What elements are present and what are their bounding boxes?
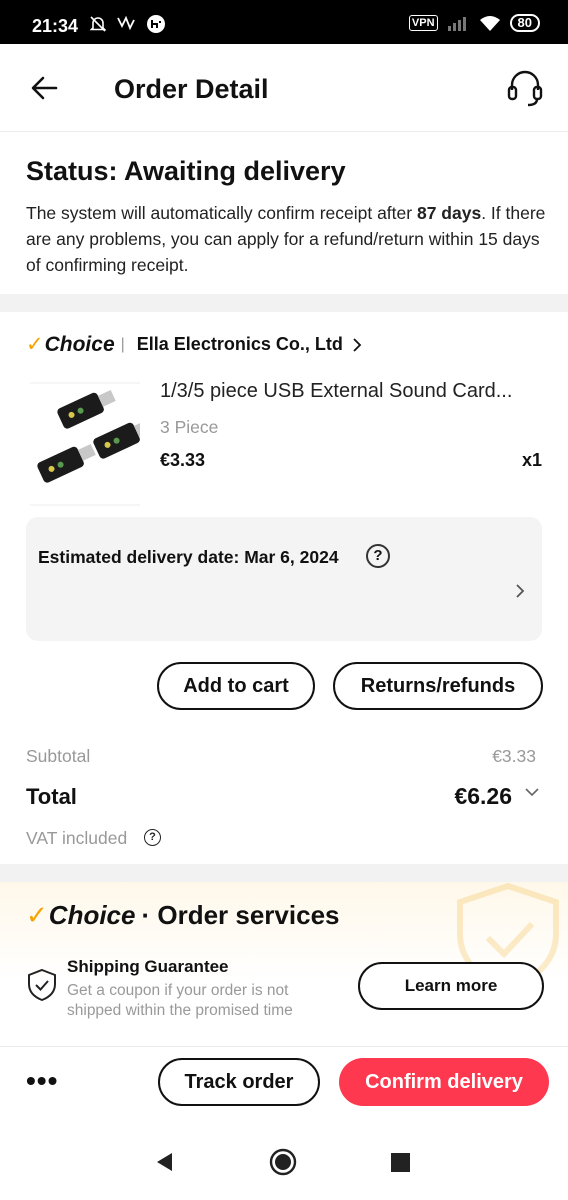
confirm-days: 87 days <box>416 203 482 223</box>
shipping-guarantee-description: Get a coupon if your order is not shippe… <box>67 982 293 1019</box>
network-activity-icon <box>117 15 135 31</box>
choice-logo-text: Choice <box>44 332 115 356</box>
vat-label: VAT included <box>26 828 128 848</box>
product-price: €3.33 <box>160 450 206 470</box>
section-divider <box>0 864 568 882</box>
order-services-title-row: ✓ Choice · Order services <box>26 900 340 931</box>
signal-icon <box>447 17 466 31</box>
choice-logo-text: Choice <box>48 900 136 930</box>
track-order-button[interactable]: Track order <box>158 1058 320 1106</box>
page-title: Order Detail <box>114 74 269 104</box>
chevron-right-icon <box>516 584 525 598</box>
estimated-delivery-text: Estimated delivery date: Mar 6, 2024 <box>38 547 339 567</box>
product-quantity: x1 <box>521 450 542 470</box>
add-to-cart-button[interactable]: Add to cart <box>157 662 315 710</box>
store-name: Ella Electronics Co., Ltd <box>136 334 343 354</box>
more-options-button[interactable]: ••• <box>26 1067 58 1095</box>
learn-more-button[interactable]: Learn more <box>358 962 544 1010</box>
status-left-icons <box>88 14 166 34</box>
subtotal-value: €3.33 <box>492 746 536 766</box>
store-separator: | <box>120 335 125 353</box>
bottom-action-bar: ••• Track order Confirm delivery <box>0 1046 568 1124</box>
subtotal-label: Subtotal <box>26 746 91 766</box>
top-app-bar: Order Detail <box>0 44 568 132</box>
returns-refunds-button[interactable]: Returns/refunds <box>333 662 543 710</box>
chevron-down-icon[interactable] <box>524 786 540 798</box>
app-notification-icon <box>147 15 165 33</box>
status-right-icons: VPN 80 <box>408 14 540 32</box>
status-time: 21:34 <box>32 16 79 36</box>
vpn-badge: VPN <box>408 15 438 31</box>
nav-recents-icon[interactable] <box>391 1153 410 1172</box>
status-bar: 21:34 VPN 80 <box>0 0 568 44</box>
total-value[interactable]: €6.26 <box>454 783 512 810</box>
delivery-estimate-card[interactable]: Estimated delivery date: Mar 6, 2024 ? <box>26 517 542 641</box>
notifications-off-icon <box>89 16 107 32</box>
customer-service-headset-icon[interactable] <box>506 68 544 108</box>
product-title[interactable]: 1/3/5 piece USB External Sound Card... <box>160 380 546 403</box>
product-variant: 3 Piece <box>160 417 219 437</box>
battery-indicator: 80 <box>509 14 540 32</box>
chevron-right-icon <box>353 337 362 352</box>
order-services-section: ✓ Choice · Order services Shipping Guaran… <box>0 882 568 1046</box>
product-image[interactable] <box>30 382 140 506</box>
back-arrow-icon[interactable] <box>26 70 62 106</box>
help-question-icon[interactable]: ? <box>366 544 390 568</box>
shield-check-icon <box>28 968 56 1002</box>
section-divider <box>0 294 568 312</box>
nav-home-icon[interactable] <box>269 1148 297 1176</box>
wifi-icon <box>479 16 500 31</box>
order-status-description: The system will automatically confirm re… <box>26 200 546 278</box>
status-desc-prefix: The system will automatically confirm re… <box>26 203 417 223</box>
total-label: Total <box>26 784 77 809</box>
choice-logo: ✓ Choice <box>26 332 115 357</box>
system-navigation-bar <box>0 1124 568 1200</box>
shipping-guarantee-title: Shipping Guarantee <box>67 957 229 976</box>
choice-check-icon: ✓ <box>26 900 48 930</box>
store-link[interactable]: ✓ Choice | Ella Electronics Co., Ltd <box>26 332 363 357</box>
nav-back-icon[interactable] <box>154 1151 174 1173</box>
choice-logo: ✓ Choice <box>26 900 135 931</box>
choice-check-icon: ✓ <box>26 333 44 356</box>
vat-help-icon[interactable]: ? <box>144 829 161 846</box>
confirm-delivery-button[interactable]: Confirm delivery <box>339 1058 549 1106</box>
order-status-title: Status: Awaiting delivery <box>26 156 346 186</box>
order-services-title: · Order services <box>141 900 340 930</box>
